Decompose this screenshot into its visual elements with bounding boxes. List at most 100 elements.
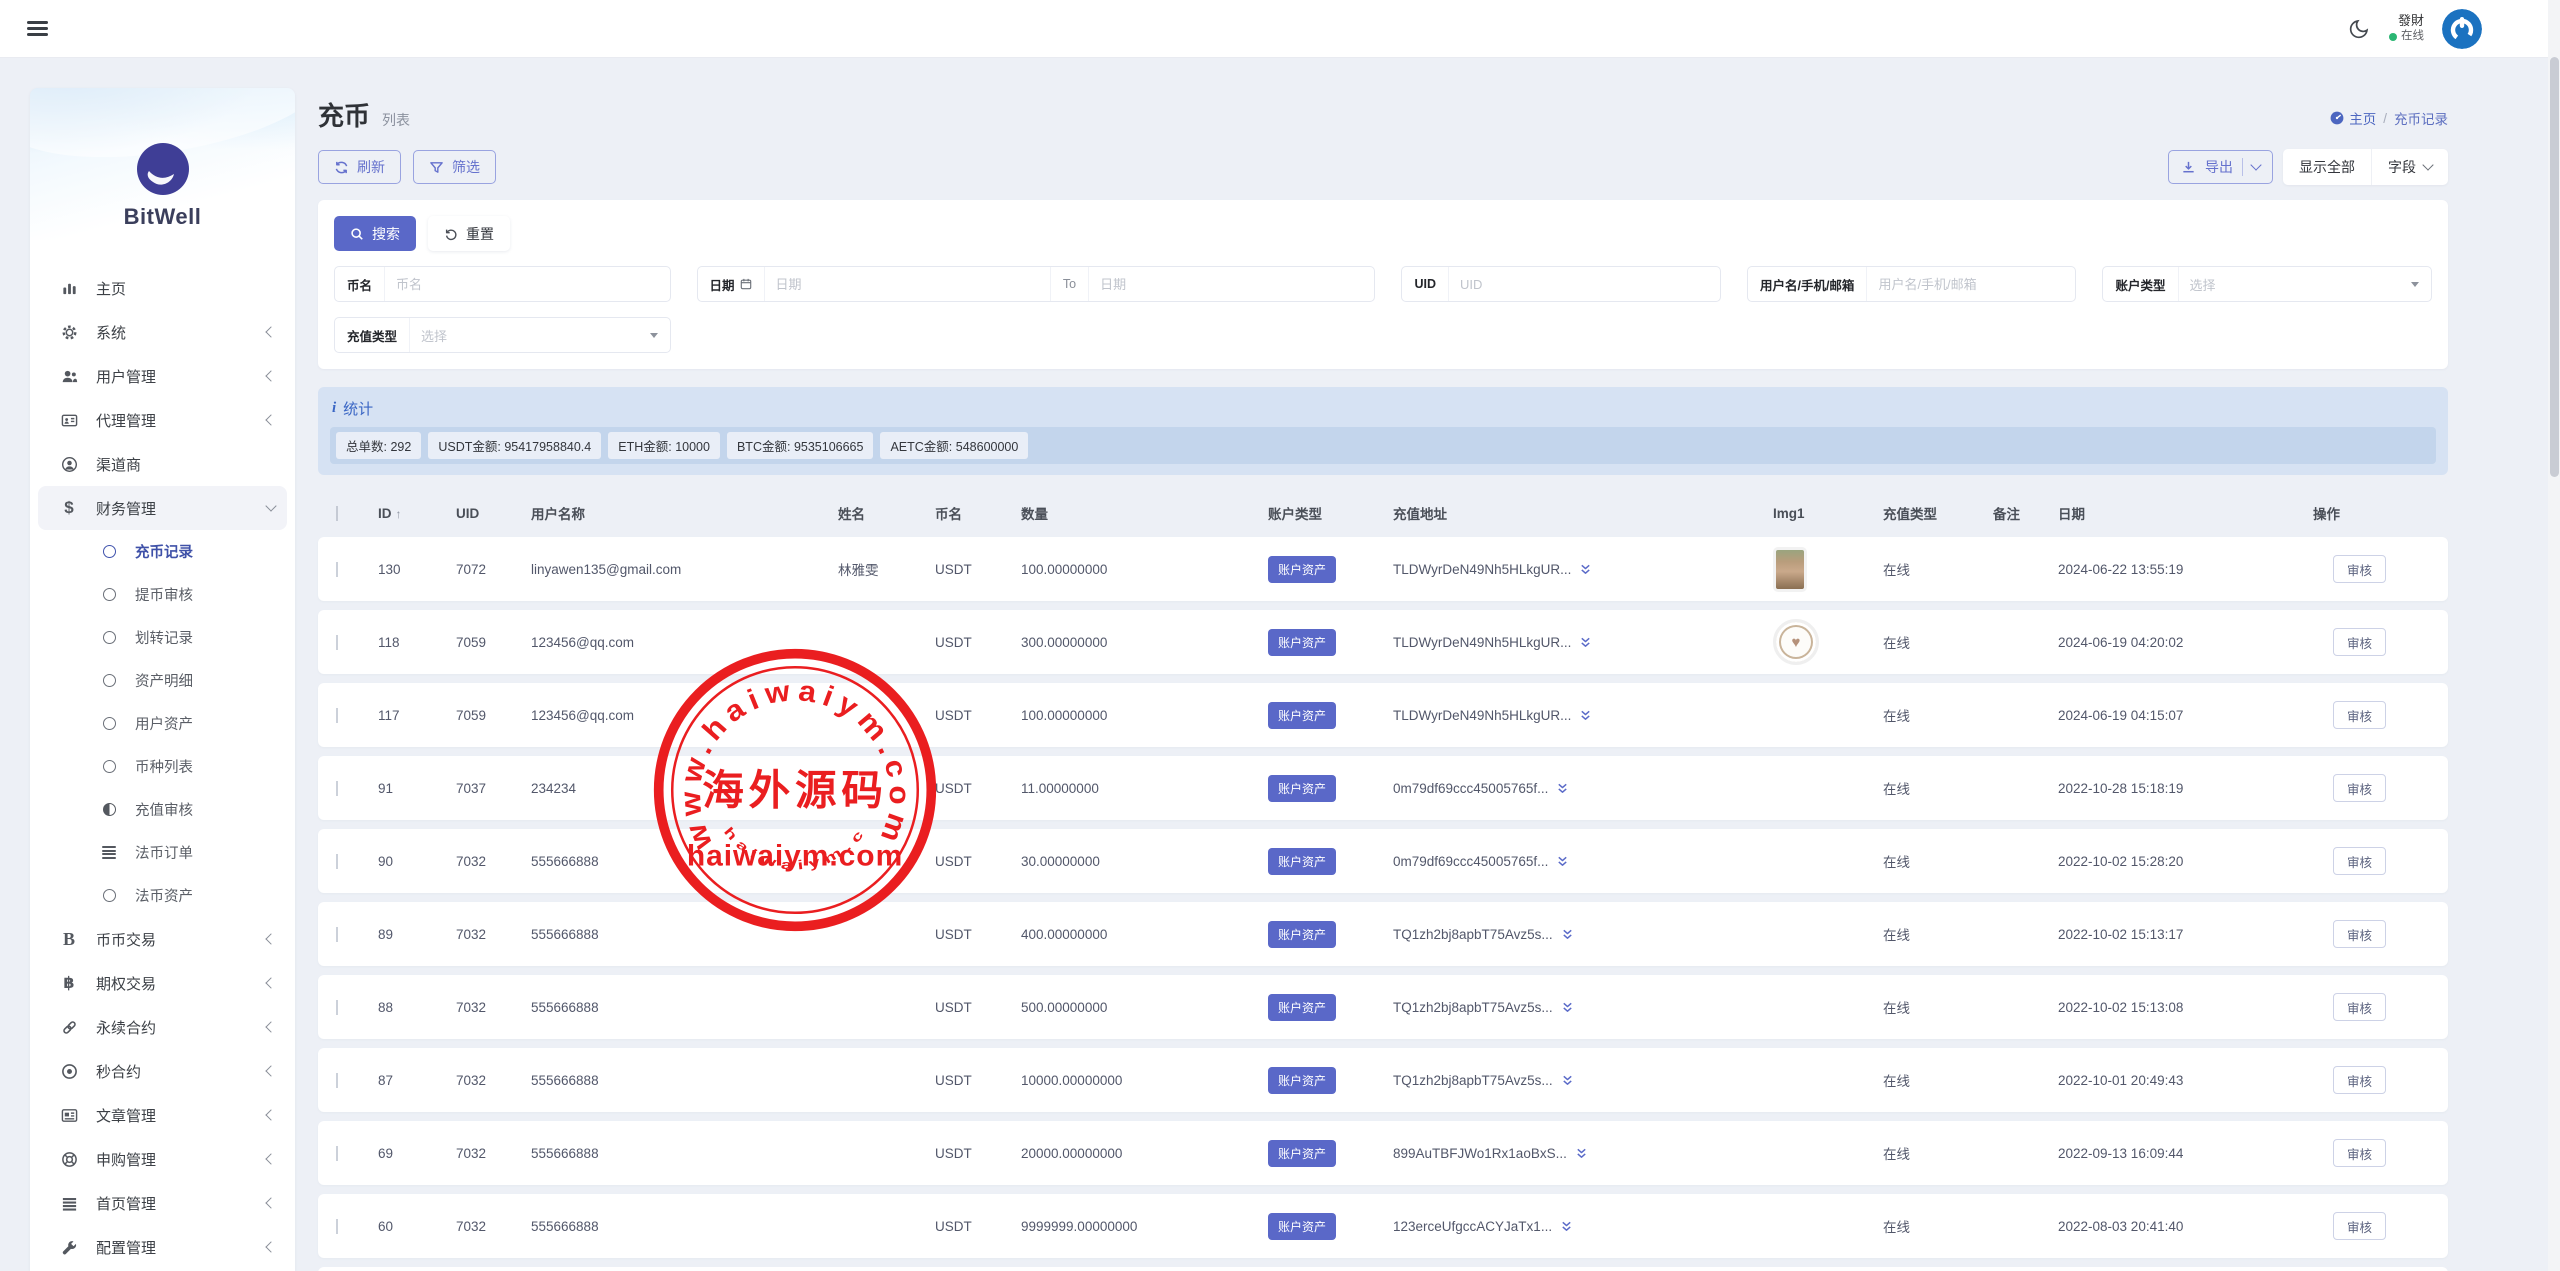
expand-address-icon[interactable] [1561, 1001, 1574, 1014]
fields-dropdown-button[interactable]: 字段 [2371, 149, 2448, 185]
row-checkbox[interactable] [336, 562, 338, 577]
deposit-proof-image[interactable] [1773, 547, 1807, 592]
filter-uid-input[interactable] [1449, 277, 1720, 292]
cell-date: 2022-10-02 15:13:17 [2046, 927, 2301, 942]
filter-coin-label: 币名 [335, 267, 385, 301]
cell-uid: 7032 [444, 1000, 519, 1015]
row-checkbox[interactable] [336, 1219, 338, 1234]
cell-deposit-type: 在线 [1871, 924, 1981, 944]
sidebar-subitem[interactable]: 充币记录 [30, 530, 295, 573]
circle-icon [102, 760, 116, 774]
sidebar-subitem[interactable]: 法币资产 [30, 874, 295, 917]
filter-coin-input[interactable] [385, 277, 669, 292]
sidebar-item[interactable]: 首页管理 [38, 1181, 287, 1225]
filter-button[interactable]: 筛选 [413, 150, 496, 184]
review-button[interactable]: 审核 [2333, 1066, 2386, 1094]
row-checkbox[interactable] [336, 781, 338, 796]
sidebar-subitem[interactable]: 币种列表 [30, 745, 295, 788]
deposit-proof-image[interactable]: ♥ [1773, 619, 1819, 665]
search-button[interactable]: 搜索 [334, 216, 416, 251]
filter-account-type-select[interactable]: 选择 [2179, 275, 2411, 294]
search-panel: 搜索 重置 币名 日期 To UID [318, 200, 2448, 369]
user-menu[interactable]: 發財 在线 [2389, 13, 2424, 44]
breadcrumb-home-link[interactable]: 主页 [2330, 108, 2376, 128]
sidebar-item[interactable]: 代理管理 [38, 398, 287, 442]
sidebar-item[interactable]: 渠道商 [38, 442, 287, 486]
filter-deposit-type-select[interactable]: 选择 [410, 326, 650, 345]
sidebar-item[interactable]: ฿期权交易 [38, 961, 287, 1005]
filter-user-input[interactable] [1867, 277, 2075, 292]
review-button[interactable]: 审核 [2333, 993, 2386, 1021]
caret-down-icon [650, 333, 658, 338]
row-checkbox[interactable] [336, 1146, 338, 1161]
refresh-button[interactable]: 刷新 [318, 150, 401, 184]
cell-amount: 11.00000000 [1009, 781, 1256, 796]
filter-date-to-input[interactable] [1089, 277, 1374, 292]
article-icon [58, 1107, 80, 1124]
chevron-down-icon [265, 500, 276, 511]
breadcrumb-current[interactable]: 充币记录 [2394, 108, 2448, 128]
sidebar-item[interactable]: B币币交易 [38, 917, 287, 961]
review-button[interactable]: 审核 [2333, 774, 2386, 802]
sidebar-item[interactable]: 申购管理 [38, 1137, 287, 1181]
column-header: 用户名称 [519, 503, 826, 523]
sidebar-item[interactable]: $财务管理 [38, 486, 287, 530]
sidebar-subitem-label: 资产明细 [135, 670, 193, 691]
filter-date-label: 日期 [698, 267, 765, 301]
row-checkbox[interactable] [336, 708, 338, 723]
expand-address-icon[interactable] [1579, 563, 1592, 576]
expand-address-icon[interactable] [1579, 709, 1592, 722]
show-all-button[interactable]: 显示全部 [2283, 149, 2371, 185]
dark-mode-toggle-moon-icon[interactable] [2347, 17, 2371, 41]
filter-date-from-input[interactable] [765, 277, 1050, 292]
expand-address-icon[interactable] [1579, 636, 1592, 649]
column-header: 充值地址 [1381, 503, 1761, 523]
cell-uid: 7059 [444, 635, 519, 650]
sidebar-item[interactable]: 主页 [38, 266, 287, 310]
export-button[interactable]: 导出 [2168, 150, 2273, 184]
row-checkbox[interactable] [336, 854, 338, 869]
review-button[interactable]: 审核 [2333, 628, 2386, 656]
row-checkbox[interactable] [336, 1000, 338, 1015]
avatar[interactable] [2442, 9, 2482, 49]
sidebar-subitem[interactable]: 法币订单 [30, 831, 295, 874]
review-button[interactable]: 审核 [2333, 555, 2386, 583]
scrollbar-thumb[interactable] [2550, 57, 2559, 477]
sidebar-subitem[interactable]: 充值审核 [30, 788, 295, 831]
sidebar-subitem[interactable]: 提币审核 [30, 573, 295, 616]
sidebar-item[interactable]: 文章管理 [38, 1093, 287, 1137]
row-checkbox[interactable] [336, 1073, 338, 1088]
expand-address-icon[interactable] [1561, 1074, 1574, 1087]
review-button[interactable]: 审核 [2333, 1139, 2386, 1167]
sidebar-item[interactable]: 配置管理 [38, 1225, 287, 1269]
sidebar-subitem[interactable]: 资产明细 [30, 659, 295, 702]
review-button[interactable]: 审核 [2333, 701, 2386, 729]
sidebar-brand: BitWell [30, 88, 295, 240]
expand-address-icon[interactable] [1556, 855, 1569, 868]
sidebar-item[interactable]: 系统 [38, 310, 287, 354]
chevron-left-icon [265, 1153, 276, 1164]
sidebar-item[interactable]: 永续合约 [38, 1005, 287, 1049]
row-checkbox[interactable] [336, 927, 338, 942]
sidebar-subitem[interactable]: 划转记录 [30, 616, 295, 659]
row-checkbox[interactable] [336, 635, 338, 650]
download-icon [2181, 160, 2196, 175]
hamburger-menu-icon[interactable] [27, 18, 48, 40]
column-header[interactable]: ID↑ [366, 506, 444, 521]
reset-button[interactable]: 重置 [428, 216, 510, 251]
expand-address-icon[interactable] [1556, 782, 1569, 795]
cell-date: 2022-10-28 15:18:19 [2046, 781, 2301, 796]
target-icon [58, 1063, 80, 1080]
sidebar-item[interactable]: 用户管理 [38, 354, 287, 398]
sidebar-item[interactable]: 秒合约 [38, 1049, 287, 1093]
expand-address-icon[interactable] [1560, 1220, 1573, 1233]
sidebar-subitem[interactable]: 用户资产 [30, 702, 295, 745]
review-button[interactable]: 审核 [2333, 1212, 2386, 1240]
expand-address-icon[interactable] [1561, 928, 1574, 941]
review-button[interactable]: 审核 [2333, 847, 2386, 875]
column-header: 姓名 [826, 503, 923, 523]
expand-address-icon[interactable] [1575, 1147, 1588, 1160]
review-button[interactable]: 审核 [2333, 920, 2386, 948]
select-all-checkbox[interactable] [336, 506, 338, 521]
cell-address: TQ1zh2bj8apbT75Avz5s... [1393, 927, 1553, 942]
